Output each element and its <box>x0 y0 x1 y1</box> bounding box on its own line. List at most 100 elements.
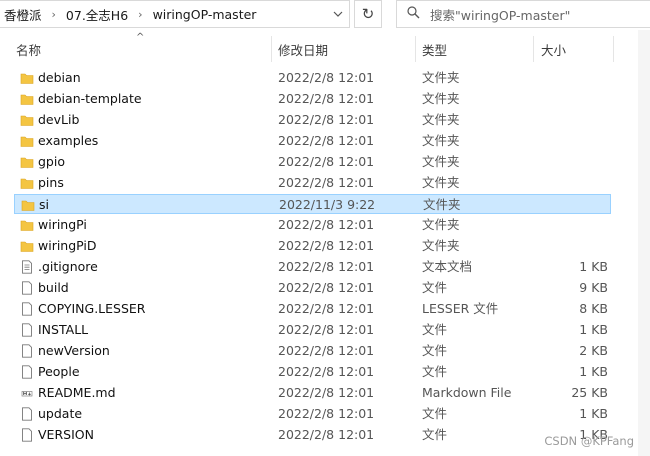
file-row[interactable]: newVersion 2022/2/8 12:01 文件 2 KB <box>14 341 611 361</box>
sort-ascending-icon: ^ <box>136 32 145 43</box>
file-type: 文件夹 <box>422 112 460 127</box>
folder-icon <box>20 239 34 253</box>
file-size <box>534 215 608 235</box>
file-size: 8 KB <box>579 301 608 316</box>
file-row[interactable]: People 2022/2/8 12:01 文件 1 KB <box>14 362 611 382</box>
file-name: update <box>38 406 83 421</box>
file-row[interactable]: pins 2022/2/8 12:01 文件夹 <box>14 173 611 193</box>
file-name: build <box>38 280 69 295</box>
file-icon <box>20 407 34 421</box>
file-name: README.md <box>38 385 116 400</box>
file-row[interactable]: gpio 2022/2/8 12:01 文件夹 <box>14 152 611 172</box>
file-size <box>534 173 608 193</box>
file-type: 文件夹 <box>422 154 460 169</box>
watermark: CSDN @KPFang <box>544 434 634 448</box>
file-row[interactable]: devLib 2022/2/8 12:01 文件夹 <box>14 110 611 130</box>
file-row[interactable]: update 2022/2/8 12:01 文件 1 KB <box>14 404 611 424</box>
file-type: 文件 <box>422 406 448 421</box>
file-row[interactable]: build 2022/2/8 12:01 文件 9 KB <box>14 278 611 298</box>
column-divider[interactable] <box>271 36 272 62</box>
file-row[interactable]: si 2022/11/3 9:22 文件夹 <box>14 194 611 214</box>
file-size <box>534 110 608 130</box>
column-header-name[interactable]: 名称 <box>16 34 41 64</box>
file-row[interactable]: INSTALL 2022/2/8 12:01 文件 1 KB <box>14 320 611 340</box>
file-size <box>534 131 608 151</box>
file-type: 文本文档 <box>422 259 473 274</box>
file-row[interactable]: debian-template 2022/2/8 12:01 文件夹 <box>14 89 611 109</box>
column-header-type[interactable]: 类型 <box>422 34 447 64</box>
file-modified-date: 2022/2/8 12:01 <box>278 406 375 421</box>
file-icon <box>20 302 34 316</box>
chevron-right-icon[interactable]: › <box>46 8 62 21</box>
column-header-date[interactable]: 修改日期 <box>278 34 328 64</box>
file-modified-date: 2022/2/8 12:01 <box>278 112 375 127</box>
chevron-right-icon[interactable]: › <box>132 8 148 21</box>
file-name: VERSION <box>38 427 94 442</box>
file-modified-date: 2022/2/8 12:01 <box>278 427 375 442</box>
file-modified-date: 2022/2/8 12:01 <box>278 217 375 232</box>
file-size: 1 KB <box>579 259 608 274</box>
breadcrumb-item[interactable]: wiringOP-master <box>149 7 261 22</box>
scrollbar[interactable] <box>638 30 650 456</box>
file-row[interactable]: wiringPi 2022/2/8 12:01 文件夹 <box>14 215 611 235</box>
folder-icon <box>20 134 34 148</box>
file-row[interactable]: debian 2022/2/8 12:01 文件夹 <box>14 68 611 88</box>
file-name: pins <box>38 175 64 190</box>
file-type: 文件夹 <box>422 175 460 190</box>
file-icon <box>20 281 34 295</box>
file-name: INSTALL <box>38 322 89 337</box>
file-icon <box>20 365 34 379</box>
folder-icon <box>20 92 34 106</box>
address-bar[interactable]: 香橙派 › 07.全志H6 › wiringOP-master <box>0 0 350 28</box>
file-size: 25 KB <box>571 385 608 400</box>
file-type: 文件 <box>422 322 448 337</box>
folder-icon <box>21 198 35 212</box>
file-name: People <box>38 364 80 379</box>
file-size: 1 KB <box>579 364 608 379</box>
file-type: Markdown File <box>422 385 512 400</box>
breadcrumb-item[interactable]: 香橙派 <box>0 5 46 24</box>
column-divider[interactable] <box>533 36 534 62</box>
refresh-button[interactable]: ↻ <box>354 0 382 28</box>
file-type: 文件夹 <box>422 217 460 232</box>
file-size <box>535 195 609 215</box>
folder-icon <box>20 176 34 190</box>
file-modified-date: 2022/2/8 12:01 <box>278 154 375 169</box>
file-icon <box>20 344 34 358</box>
file-row[interactable]: examples 2022/2/8 12:01 文件夹 <box>14 131 611 151</box>
file-type: 文件 <box>422 427 448 442</box>
folder-icon <box>20 218 34 232</box>
column-divider[interactable] <box>613 36 614 62</box>
file-row[interactable]: COPYING.LESSER 2022/2/8 12:01 LESSER 文件 8 K… <box>14 299 611 319</box>
file-modified-date: 2022/2/8 12:01 <box>278 364 375 379</box>
column-header-size[interactable]: 大小 <box>541 34 566 64</box>
file-row[interactable]: VERSION 2022/2/8 12:01 文件 1 KB <box>14 425 611 445</box>
file-modified-date: 2022/2/8 12:01 <box>278 385 375 400</box>
file-name: newVersion <box>38 343 110 358</box>
folder-icon <box>20 113 34 127</box>
file-size: 1 KB <box>579 406 608 421</box>
file-modified-date: 2022/11/3 9:22 <box>279 197 376 212</box>
file-row[interactable]: README.md 2022/2/8 12:01 Markdown File 25 K… <box>14 383 611 403</box>
breadcrumb-item[interactable]: 07.全志H6 <box>62 5 132 24</box>
file-type: 文件 <box>422 364 448 379</box>
file-row[interactable]: wiringPiD 2022/2/8 12:01 文件夹 <box>14 236 611 256</box>
file-type: 文件夹 <box>422 70 460 85</box>
file-modified-date: 2022/2/8 12:01 <box>278 301 375 316</box>
file-name: .gitignore <box>38 259 98 274</box>
file-row[interactable]: .gitignore 2022/2/8 12:01 文本文档 1 KB <box>14 257 611 277</box>
address-toolbar: 香橙派 › 07.全志H6 › wiringOP-master ↻ 搜索"wir… <box>0 0 650 30</box>
search-input[interactable]: 搜索"wiringOP-master" <box>396 0 650 28</box>
chevron-down-icon[interactable] <box>326 0 350 28</box>
file-name: wiringPi <box>38 217 87 232</box>
file-type: 文件 <box>422 343 448 358</box>
column-headers: ^ 名称 修改日期 类型 大小 <box>0 32 620 64</box>
file-modified-date: 2022/2/8 12:01 <box>278 322 375 337</box>
search-icon <box>407 6 420 22</box>
column-divider[interactable] <box>415 36 416 62</box>
file-size <box>534 152 608 172</box>
file-modified-date: 2022/2/8 12:01 <box>278 280 375 295</box>
file-modified-date: 2022/2/8 12:01 <box>278 91 375 106</box>
file-name: debian <box>38 70 81 85</box>
file-size: 1 KB <box>579 322 608 337</box>
